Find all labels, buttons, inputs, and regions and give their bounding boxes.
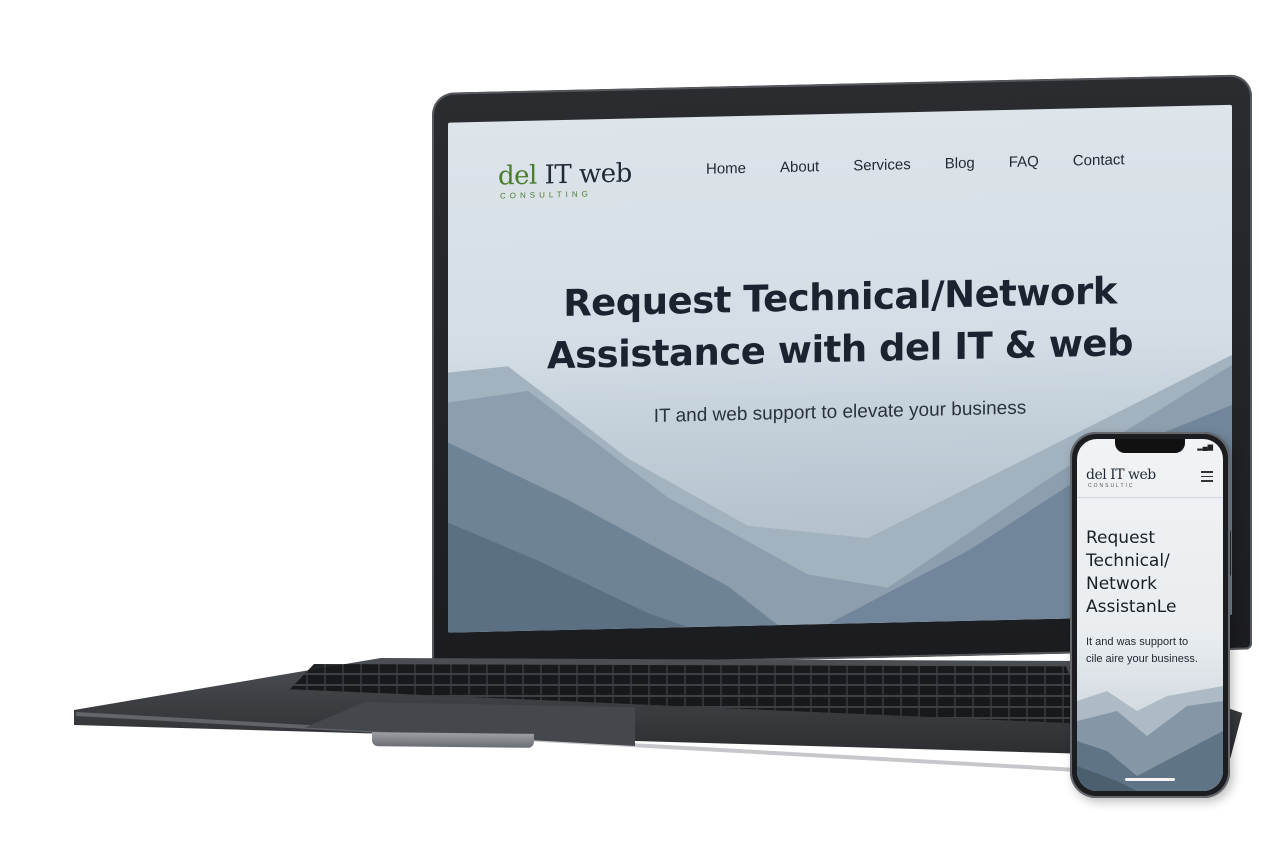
main-nav: Home About Services Blog FAQ Contact <box>706 151 1159 178</box>
laptop-opening-lip <box>371 732 535 748</box>
nav-faq[interactable]: FAQ <box>1009 153 1039 171</box>
logo-tagline: CONSULTING <box>500 189 592 201</box>
logo-wordmark: del IT web <box>498 158 632 191</box>
phone-title-line-4: AssistanLe <box>1086 597 1177 617</box>
phone-mountain-background <box>1077 686 1223 791</box>
phone-home-indicator <box>1125 778 1175 781</box>
nav-services[interactable]: Services <box>853 156 911 174</box>
phone-logo-wordmark: del IT web <box>1086 467 1156 483</box>
nav-about[interactable]: About <box>780 158 819 176</box>
signal-icon: ▂▄▆ <box>1197 444 1213 451</box>
phone-subtitle-line-1: It and was support to <box>1086 636 1189 648</box>
phone-body: ▂▄▆ del IT web CONSULTIC Request Technic… <box>1070 432 1230 798</box>
phone-subtitle-line-2: cile aire your business. <box>1086 653 1198 665</box>
logo-word-del: del <box>498 160 537 192</box>
site-logo[interactable]: del IT web CONSULTING <box>498 158 632 200</box>
nav-contact[interactable]: Contact <box>1073 151 1125 169</box>
phone-header-divider <box>1077 497 1223 498</box>
phone-title-line-1: Request <box>1086 528 1156 548</box>
nav-blog[interactable]: Blog <box>945 155 975 173</box>
nav-home[interactable]: Home <box>706 160 746 178</box>
phone-site-logo[interactable]: del IT web CONSULTIC <box>1086 467 1156 489</box>
phone-logo-tagline: CONSULTIC <box>1088 483 1135 489</box>
phone-title-line-3: Network <box>1086 574 1157 594</box>
phone-hero-title: Request Technical/ Network AssistanLe <box>1086 527 1216 619</box>
hero-title: Request Technical/Network Assistance wit… <box>448 263 1232 385</box>
phone-title-line-2: Technical/ <box>1086 551 1170 571</box>
phone-screen: ▂▄▆ del IT web CONSULTIC Request Technic… <box>1077 439 1223 791</box>
menu-icon[interactable] <box>1201 471 1213 482</box>
logo-word-itweb: IT web <box>536 158 632 191</box>
phone-notch <box>1115 439 1185 453</box>
phone-hero-subtitle: It and was support to cile aire your bus… <box>1086 634 1218 668</box>
